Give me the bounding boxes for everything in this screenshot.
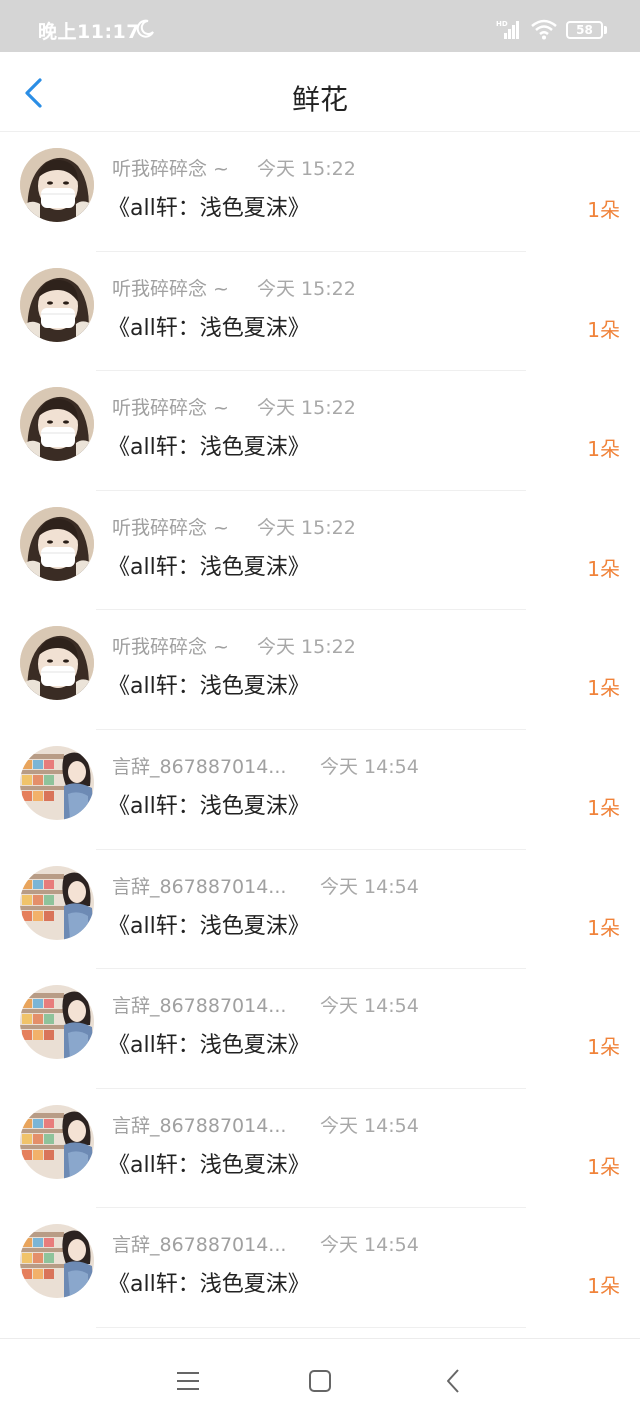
timestamp: 今天 14:54 [320, 995, 419, 1018]
book-title[interactable]: 《all轩：浅色夏沫》 [108, 668, 310, 700]
flower-count: 1朵 [587, 1274, 620, 1299]
list-item[interactable]: 言辞_867887014... 今天 14:54 《all轩：浅色夏沫》 1朵 [0, 1208, 640, 1328]
flower-count: 1朵 [587, 198, 620, 222]
list-item[interactable]: 言辞_867887014... 今天 14:54 《all轩：浅色夏沫》 1朵 [0, 730, 640, 850]
avatar[interactable] [20, 1224, 94, 1299]
timestamp: 今天 15:22 [257, 397, 356, 420]
avatar[interactable] [20, 267, 94, 342]
menu-icon[interactable] [174, 1367, 202, 1395]
timestamp: 今天 14:54 [320, 1114, 419, 1137]
flower-count: 1朵 [587, 1035, 620, 1060]
sender-name[interactable]: 言辞_867887014... [112, 1230, 286, 1257]
list-item[interactable]: 听我碎碎念 ~ 今天 15:22 《all轩：浅色夏沫》 1朵 [0, 132, 640, 252]
page-title: 鲜花 [291, 83, 348, 116]
sender-name[interactable]: 言辞_867887014... [112, 991, 286, 1018]
flower-count: 1朵 [587, 317, 620, 342]
back-triangle-icon[interactable] [440, 1367, 468, 1395]
avatar[interactable] [20, 865, 94, 940]
list-item[interactable]: 听我碎碎念 ~ 今天 15:22 《all轩：浅色夏沫》 1朵 [0, 371, 640, 491]
sender-name[interactable]: 听我碎碎念 ~ [112, 274, 229, 301]
book-title[interactable]: 《all轩：浅色夏沫》 [108, 310, 310, 342]
battery-level: 58 [576, 23, 593, 37]
status-time: 晚上11:17 [38, 21, 140, 43]
timestamp: 今天 15:22 [257, 277, 356, 300]
timestamp: 今天 15:22 [257, 636, 356, 659]
avatar[interactable] [20, 626, 94, 701]
system-nav-bar [0, 1338, 640, 1422]
book-title[interactable]: 《all轩：浅色夏沫》 [108, 549, 310, 581]
avatar[interactable] [20, 387, 94, 462]
avatar[interactable] [20, 1104, 94, 1179]
timestamp: 今天 14:54 [320, 875, 419, 898]
list-item[interactable]: 言辞_867887014... 今天 14:54 《all轩：浅色夏沫》 1朵 [0, 1089, 640, 1209]
list-item[interactable]: 言辞_867887014... 今天 14:54 《all轩：浅色夏沫》 1朵 [0, 969, 640, 1089]
timestamp: 今天 15:22 [257, 158, 356, 180]
moon-icon [136, 19, 154, 38]
list-item[interactable]: 听我碎碎念 ~ 今天 15:22 《all轩：浅色夏沫》 1朵 [0, 491, 640, 611]
sender-name[interactable]: 言辞_867887014... [112, 872, 286, 899]
home-square-icon[interactable] [306, 1367, 334, 1395]
list-item[interactable]: 听我碎碎念 ~ 今天 15:22 《all轩：浅色夏沫》 1朵 [0, 610, 640, 730]
flower-count: 1朵 [587, 556, 620, 581]
sender-name[interactable]: 听我碎碎念 ~ [112, 154, 229, 181]
sender-name[interactable]: 听我碎碎念 ~ [112, 632, 229, 659]
book-title[interactable]: 《all轩：浅色夏沫》 [108, 190, 310, 222]
avatar[interactable] [20, 148, 94, 222]
book-title[interactable]: 《all轩：浅色夏沫》 [108, 1266, 310, 1298]
list-item[interactable]: 听我碎碎念 ~ 今天 15:22 《all轩：浅色夏沫》 1朵 [0, 252, 640, 372]
flower-count: 1朵 [587, 1154, 620, 1179]
list-item[interactable]: 言辞_867887014... 今天 14:54 《all轩：浅色夏沫》 1朵 [0, 850, 640, 970]
sender-name[interactable]: 听我碎碎念 ~ [112, 513, 229, 540]
header: 鲜花 [0, 52, 640, 132]
book-title[interactable]: 《all轩：浅色夏沫》 [108, 429, 310, 461]
book-title[interactable]: 《all轩：浅色夏沫》 [108, 1027, 310, 1059]
book-title[interactable]: 《all轩：浅色夏沫》 [108, 788, 310, 820]
timestamp: 今天 15:22 [257, 516, 356, 539]
book-title[interactable]: 《all轩：浅色夏沫》 [108, 908, 310, 940]
flower-count: 1朵 [587, 795, 620, 820]
book-title[interactable]: 《all轩：浅色夏沫》 [108, 1147, 310, 1179]
sender-name[interactable]: 听我碎碎念 ~ [112, 393, 229, 420]
flower-count: 1朵 [587, 915, 620, 940]
avatar[interactable] [20, 506, 94, 581]
timestamp: 今天 14:54 [320, 755, 419, 778]
flower-gift-list: 听我碎碎念 ~ 今天 15:22 《all轩：浅色夏沫》 1朵 听我碎碎念 ~ … [0, 132, 640, 1328]
timestamp: 今天 14:54 [320, 1234, 419, 1257]
sender-name[interactable]: 言辞_867887014... [112, 752, 286, 779]
battery-icon: 58 [566, 21, 608, 39]
avatar[interactable] [20, 985, 94, 1060]
status-bar: 晚上11:17 HD 58 [0, 0, 640, 52]
flower-count: 1朵 [587, 437, 620, 462]
flower-count: 1朵 [587, 676, 620, 701]
sender-name[interactable]: 言辞_867887014... [112, 1111, 286, 1138]
page: 晚上11:17 HD 58 鲜花 听我碎碎念 ~ 今天 15:22 《all轩：… [0, 0, 640, 1422]
wifi-icon [531, 19, 557, 40]
avatar[interactable] [20, 745, 94, 820]
svg-text:HD: HD [496, 20, 508, 28]
hd-signal-icon: HD [496, 20, 519, 39]
divider [96, 1326, 526, 1328]
